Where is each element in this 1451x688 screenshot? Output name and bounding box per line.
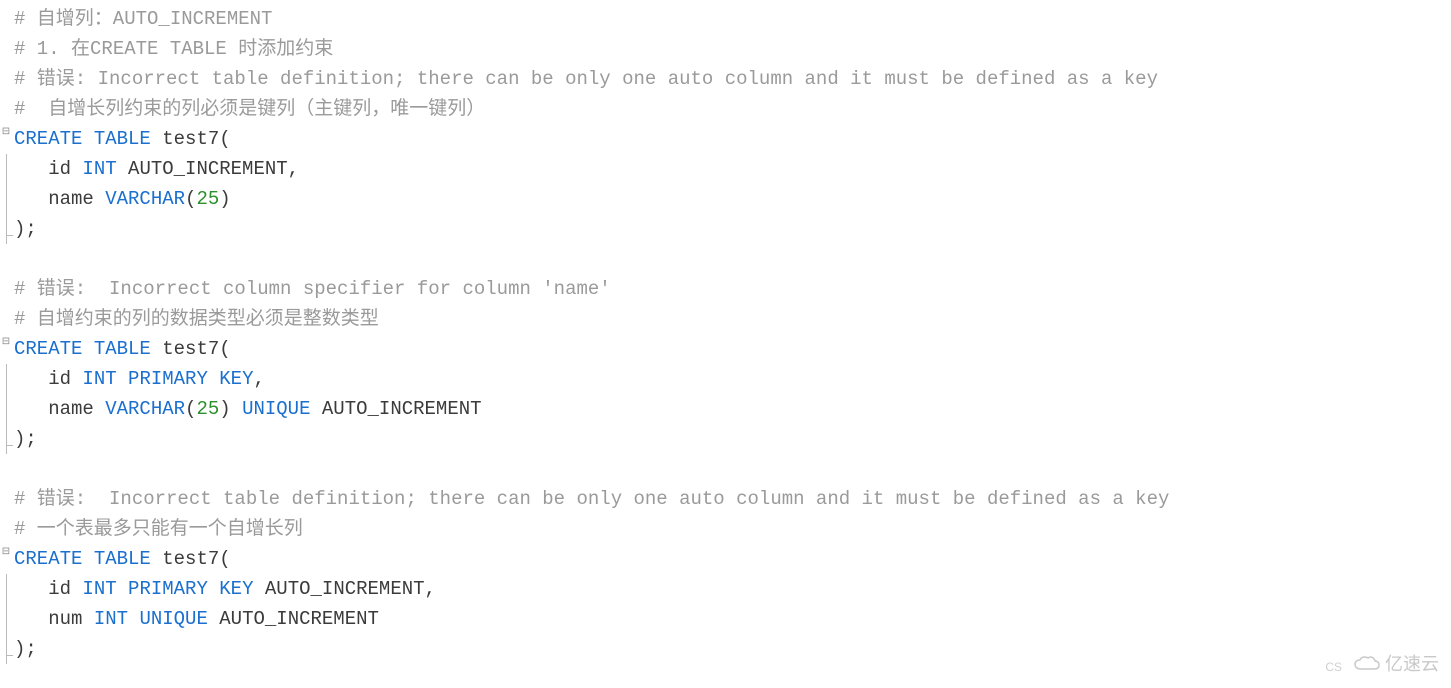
code-line: name VARCHAR(25) <box>14 184 1451 214</box>
code-line: # 1. 在CREATE TABLE 时添加约束 <box>14 34 1451 64</box>
token-space <box>128 608 139 630</box>
token-keyword: KEY <box>219 578 253 600</box>
token-keyword: TABLE <box>94 128 151 150</box>
token-keyword: INT <box>82 578 116 600</box>
token-text: , <box>254 368 265 390</box>
fold-guide <box>6 154 8 184</box>
token-text: AUTO_INCREMENT <box>311 398 482 420</box>
code-line: ⊟CREATE TABLE test7( <box>14 124 1451 154</box>
token-keyword: VARCHAR <box>105 188 185 210</box>
token-text: id <box>14 158 82 180</box>
fold-toggle-icon[interactable]: ⊟ <box>0 126 12 138</box>
token-space <box>151 338 162 360</box>
fold-guide <box>6 574 8 604</box>
code-line: # 自增列：AUTO_INCREMENT <box>14 4 1451 34</box>
token-text: test7( <box>162 128 230 150</box>
code-line: # 错误: Incorrect table definition; there … <box>14 64 1451 94</box>
code-line <box>14 454 1451 484</box>
comment-text: # 自增列：AUTO_INCREMENT <box>14 8 272 30</box>
token-space <box>82 338 93 360</box>
token-keyword: KEY <box>219 368 253 390</box>
token-keyword: CREATE <box>14 338 82 360</box>
fold-toggle-icon[interactable]: ⊟ <box>0 336 12 348</box>
token-keyword: PRIMARY <box>128 578 208 600</box>
code-line: id INT PRIMARY KEY, <box>14 364 1451 394</box>
token-text: id <box>14 368 82 390</box>
token-text: name <box>14 398 105 420</box>
code-line: # 一个表最多只能有一个自增长列 <box>14 514 1451 544</box>
code-line: # 自增约束的列的数据类型必须是整数类型 <box>14 304 1451 334</box>
token-keyword: INT <box>82 368 116 390</box>
token-number: 25 <box>196 398 219 420</box>
code-line: ); <box>14 214 1451 244</box>
fold-guide <box>6 424 8 454</box>
token-text: ); <box>14 218 37 240</box>
code-line: name VARCHAR(25) UNIQUE AUTO_INCREMENT <box>14 394 1451 424</box>
token-space <box>151 128 162 150</box>
token-keyword: CREATE <box>14 128 82 150</box>
token-text: id <box>14 578 82 600</box>
fold-guide <box>6 214 8 244</box>
code-line: ); <box>14 634 1451 664</box>
token-text: test7( <box>162 338 230 360</box>
token-keyword: INT <box>94 608 128 630</box>
comment-text: # 自增约束的列的数据类型必须是整数类型 <box>14 308 379 330</box>
comment-text: # 一个表最多只能有一个自增长列 <box>14 518 303 540</box>
token-text: AUTO_INCREMENT, <box>117 158 299 180</box>
code-line <box>14 244 1451 274</box>
comment-text: # 1. 在CREATE TABLE 时添加约束 <box>14 38 333 60</box>
token-space <box>151 548 162 570</box>
code-line: # 自增长列约束的列必须是键列（主键列，唯一键列） <box>14 94 1451 124</box>
token-space <box>82 128 93 150</box>
token-space <box>117 578 128 600</box>
fold-guide <box>6 634 8 664</box>
code-line: # 错误: Incorrect table definition; there … <box>14 484 1451 514</box>
code-line: num INT UNIQUE AUTO_INCREMENT <box>14 604 1451 634</box>
token-keyword: CREATE <box>14 548 82 570</box>
code-editor: # 自增列：AUTO_INCREMENT # 1. 在CREATE TABLE 时… <box>0 0 1451 664</box>
token-text: AUTO_INCREMENT <box>208 608 379 630</box>
token-number: 25 <box>196 188 219 210</box>
code-line: ⊟CREATE TABLE test7( <box>14 544 1451 574</box>
code-line: ); <box>14 424 1451 454</box>
token-text: ( <box>185 398 196 420</box>
fold-guide <box>6 604 8 634</box>
token-text: ( <box>185 188 196 210</box>
token-text: ); <box>14 428 37 450</box>
code-line: ⊟CREATE TABLE test7( <box>14 334 1451 364</box>
fold-guide <box>6 364 8 394</box>
comment-text: # 错误: Incorrect table definition; there … <box>14 68 1158 90</box>
comment-text: # 错误: Incorrect table definition; there … <box>14 488 1169 510</box>
token-text: ) <box>219 398 242 420</box>
token-text: num <box>14 608 94 630</box>
token-keyword: VARCHAR <box>105 398 185 420</box>
code-line: id INT PRIMARY KEY AUTO_INCREMENT, <box>14 574 1451 604</box>
token-keyword: TABLE <box>94 338 151 360</box>
token-text: AUTO_INCREMENT, <box>254 578 436 600</box>
token-text: ) <box>219 188 230 210</box>
token-keyword: TABLE <box>94 548 151 570</box>
token-keyword: INT <box>82 158 116 180</box>
token-space <box>82 548 93 570</box>
fold-guide <box>6 394 8 424</box>
token-space <box>208 578 219 600</box>
token-keyword: UNIQUE <box>242 398 310 420</box>
token-text: test7( <box>162 548 230 570</box>
code-line: id INT AUTO_INCREMENT, <box>14 154 1451 184</box>
fold-guide <box>6 184 8 214</box>
comment-text: # 自增长列约束的列必须是键列（主键列，唯一键列） <box>14 98 485 120</box>
token-space <box>208 368 219 390</box>
token-keyword: PRIMARY <box>128 368 208 390</box>
token-space <box>117 368 128 390</box>
fold-toggle-icon[interactable]: ⊟ <box>0 546 12 558</box>
token-text: name <box>14 188 105 210</box>
token-text: ); <box>14 638 37 660</box>
comment-text: # 错误: Incorrect column specifier for col… <box>14 278 611 300</box>
code-line: # 错误: Incorrect column specifier for col… <box>14 274 1451 304</box>
token-keyword: UNIQUE <box>139 608 207 630</box>
